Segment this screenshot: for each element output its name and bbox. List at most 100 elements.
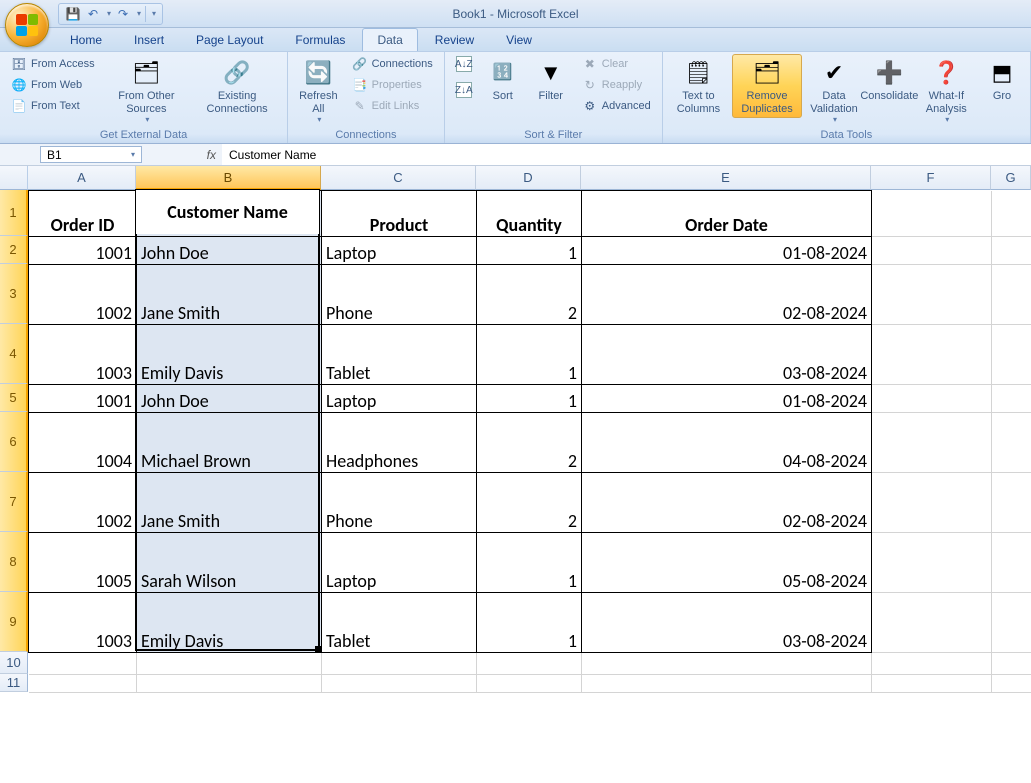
cell-A11[interactable]	[29, 675, 137, 693]
cell-B6[interactable]: Michael Brown	[137, 413, 322, 473]
name-box[interactable]: B1 ▾	[40, 146, 142, 163]
row-header-2[interactable]: 2	[0, 236, 28, 264]
select-all-corner[interactable]	[0, 166, 28, 190]
from-text-button[interactable]: 📄From Text	[6, 96, 100, 116]
data-validation-button[interactable]: ✔ Data Validation ▾	[806, 54, 862, 127]
tab-view[interactable]: View	[491, 28, 547, 51]
cell-B9[interactable]: Emily Davis	[137, 593, 322, 653]
column-header-E[interactable]: E	[581, 166, 871, 190]
tab-insert[interactable]: Insert	[119, 28, 179, 51]
cell-D9[interactable]: 1	[477, 593, 582, 653]
cell-C4[interactable]: Tablet	[322, 325, 477, 385]
row-header-3[interactable]: 3	[0, 264, 28, 324]
undo-icon[interactable]: ↶	[85, 6, 101, 22]
row-header-11[interactable]: 11	[0, 674, 28, 692]
column-header-G[interactable]: G	[991, 166, 1031, 190]
cell-A3[interactable]: 1002	[29, 265, 137, 325]
cell-G11[interactable]	[992, 675, 1031, 693]
clear-button[interactable]: ✖Clear	[577, 54, 656, 74]
group-button[interactable]: ⬒ Gro	[980, 54, 1024, 106]
cell-D6[interactable]: 2	[477, 413, 582, 473]
cell-B11[interactable]	[137, 675, 322, 693]
chevron-down-icon[interactable]: ▾	[137, 9, 141, 18]
save-icon[interactable]: 💾	[65, 6, 81, 22]
row-header-5[interactable]: 5	[0, 384, 28, 412]
spreadsheet-grid[interactable]: ABCDEFG 1234567891011 Order IDCustomer N…	[0, 166, 1031, 783]
cell-A1[interactable]: Order ID	[29, 191, 137, 237]
cell-E8[interactable]: 05-08-2024	[582, 533, 872, 593]
tab-page-layout[interactable]: Page Layout	[181, 28, 278, 51]
cell-C3[interactable]: Phone	[322, 265, 477, 325]
cell-C9[interactable]: Tablet	[322, 593, 477, 653]
consolidate-button[interactable]: ➕ Consolidate	[866, 54, 912, 106]
cell-D8[interactable]: 1	[477, 533, 582, 593]
cell-E9[interactable]: 03-08-2024	[582, 593, 872, 653]
cell-F6[interactable]	[872, 413, 992, 473]
cell-A2[interactable]: 1001	[29, 237, 137, 265]
cell-A5[interactable]: 1001	[29, 385, 137, 413]
edit-links-button[interactable]: ✎Edit Links	[347, 96, 438, 116]
cell-F1[interactable]	[872, 191, 992, 237]
tab-review[interactable]: Review	[420, 28, 489, 51]
tab-data[interactable]: Data	[362, 28, 417, 51]
row-header-1[interactable]: 1	[0, 190, 28, 236]
cell-B4[interactable]: Emily Davis	[137, 325, 322, 385]
from-other-sources-button[interactable]: 🗂 From Other Sources ▾	[104, 54, 190, 127]
cell-C11[interactable]	[322, 675, 477, 693]
cell-D4[interactable]: 1	[477, 325, 582, 385]
cell-E1[interactable]: Order Date	[582, 191, 872, 237]
cells-area[interactable]: Order IDCustomer NameProductQuantityOrde…	[28, 190, 1031, 693]
cell-C8[interactable]: Laptop	[322, 533, 477, 593]
cell-E10[interactable]	[582, 653, 872, 675]
cell-C6[interactable]: Headphones	[322, 413, 477, 473]
cell-D10[interactable]	[477, 653, 582, 675]
formula-input[interactable]: Customer Name	[222, 144, 1031, 165]
row-header-6[interactable]: 6	[0, 412, 28, 472]
customize-qat-icon[interactable]: ▾	[152, 9, 156, 18]
cell-F10[interactable]	[872, 653, 992, 675]
cell-C1[interactable]: Product	[322, 191, 477, 237]
tab-formulas[interactable]: Formulas	[280, 28, 360, 51]
cell-C7[interactable]: Phone	[322, 473, 477, 533]
cell-D3[interactable]: 2	[477, 265, 582, 325]
cell-E2[interactable]: 01-08-2024	[582, 237, 872, 265]
cell-G8[interactable]	[992, 533, 1031, 593]
cell-G9[interactable]	[992, 593, 1031, 653]
cell-E7[interactable]: 02-08-2024	[582, 473, 872, 533]
cell-G5[interactable]	[992, 385, 1031, 413]
existing-connections-button[interactable]: 🔗 Existing Connections	[193, 54, 281, 118]
cell-B7[interactable]: Jane Smith	[137, 473, 322, 533]
cell-A6[interactable]: 1004	[29, 413, 137, 473]
cell-F11[interactable]	[872, 675, 992, 693]
filter-button[interactable]: ▼ Filter	[529, 54, 573, 106]
cell-A9[interactable]: 1003	[29, 593, 137, 653]
cell-A8[interactable]: 1005	[29, 533, 137, 593]
chevron-down-icon[interactable]: ▾	[107, 9, 111, 18]
cell-F9[interactable]	[872, 593, 992, 653]
cell-E3[interactable]: 02-08-2024	[582, 265, 872, 325]
cell-C5[interactable]: Laptop	[322, 385, 477, 413]
sort-ascending-button[interactable]: A↓Z	[451, 54, 477, 74]
connections-button[interactable]: 🔗Connections	[347, 54, 438, 74]
cell-G4[interactable]	[992, 325, 1031, 385]
cell-D7[interactable]: 2	[477, 473, 582, 533]
refresh-all-button[interactable]: 🔄 Refresh All ▾	[294, 54, 343, 127]
cell-E6[interactable]: 04-08-2024	[582, 413, 872, 473]
text-to-columns-button[interactable]: 🗒 Text to Columns	[669, 54, 728, 118]
cell-F5[interactable]	[872, 385, 992, 413]
sort-descending-button[interactable]: Z↓A	[451, 80, 477, 100]
properties-button[interactable]: 📑Properties	[347, 75, 438, 95]
cell-F4[interactable]	[872, 325, 992, 385]
sort-button[interactable]: 🔢 Sort	[481, 54, 525, 106]
cell-G7[interactable]	[992, 473, 1031, 533]
cell-C10[interactable]	[322, 653, 477, 675]
cell-F7[interactable]	[872, 473, 992, 533]
from-access-button[interactable]: 🗄From Access	[6, 54, 100, 74]
cell-G1[interactable]	[992, 191, 1031, 237]
cell-D5[interactable]: 1	[477, 385, 582, 413]
cell-G3[interactable]	[992, 265, 1031, 325]
cell-F8[interactable]	[872, 533, 992, 593]
insert-function-button[interactable]: fx	[142, 144, 222, 165]
cell-G10[interactable]	[992, 653, 1031, 675]
column-header-C[interactable]: C	[321, 166, 476, 190]
